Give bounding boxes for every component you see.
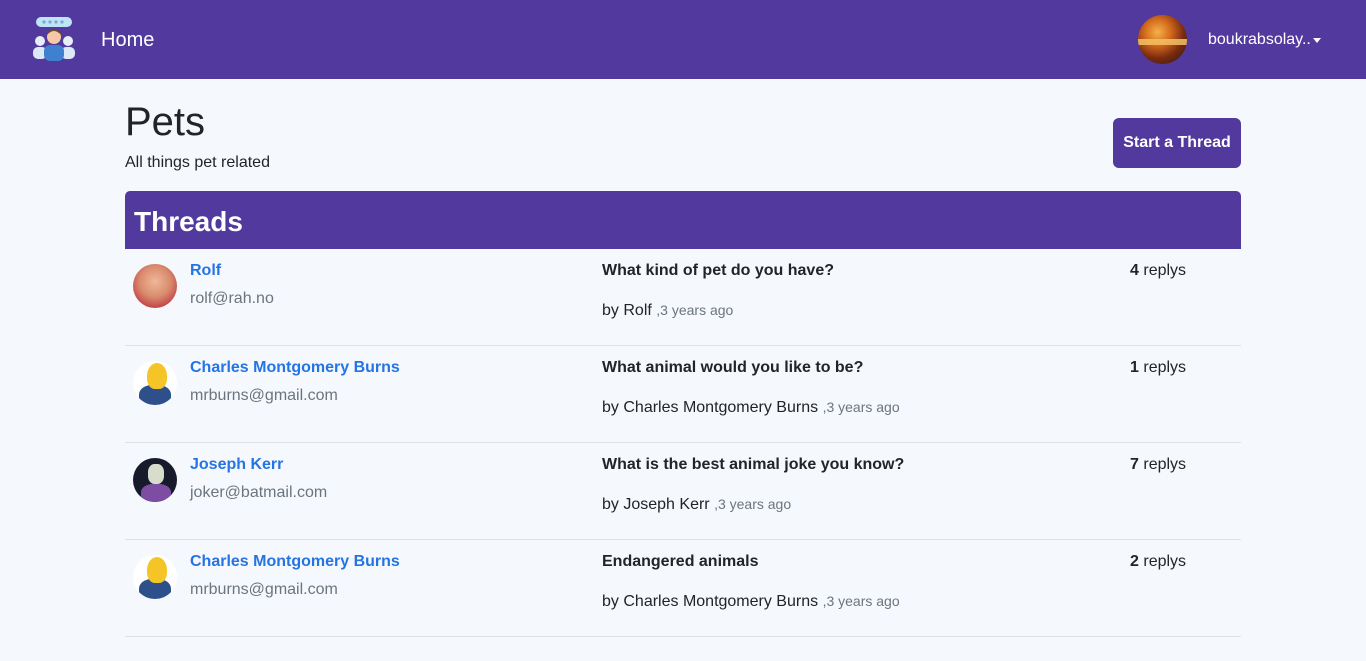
reply-count: 2 replys xyxy=(1130,553,1186,571)
thread-title-link[interactable]: Endangered animals xyxy=(602,553,759,571)
byline-author: Charles Montgomery Burns xyxy=(623,399,819,416)
author-name-link[interactable]: Rolf xyxy=(190,262,221,280)
user-avatar[interactable] xyxy=(1138,15,1187,64)
thread-row: Charles Montgomery Burns mrburns@gmail.c… xyxy=(125,346,1241,443)
author-email: mrburns@gmail.com xyxy=(190,581,338,598)
by-label: by xyxy=(602,399,619,416)
thread-row: Charles Montgomery Burns mrburns@gmail.c… xyxy=(125,540,1241,637)
threads-heading: Threads xyxy=(134,206,243,237)
author-email: joker@batmail.com xyxy=(190,484,328,501)
nav-home-link[interactable]: Home xyxy=(101,29,154,52)
reply-count-number: 4 xyxy=(1130,262,1139,279)
page-title: Pets xyxy=(125,100,206,144)
author-email: mrburns@gmail.com xyxy=(190,387,338,404)
reply-count-number: 7 xyxy=(1130,456,1139,473)
thread-time-ago: ,3 years ago xyxy=(714,496,792,512)
author-avatar xyxy=(133,361,177,405)
author-name-link[interactable]: Charles Montgomery Burns xyxy=(190,553,400,571)
thread-byline: by Joseph Kerr ,3 years ago xyxy=(602,496,791,514)
thread-byline: by Charles Montgomery Burns ,3 years ago xyxy=(602,593,900,611)
top-navbar: Home boukrabsolay.. xyxy=(0,0,1366,79)
thread-time-ago: ,3 years ago xyxy=(656,302,734,318)
by-label: by xyxy=(602,593,619,610)
thread-time-ago: ,3 years ago xyxy=(822,399,900,415)
by-label: by xyxy=(602,496,619,513)
reply-count-label: replys xyxy=(1143,456,1187,473)
reply-count-label: replys xyxy=(1143,359,1187,376)
author-email: rolf@rah.no xyxy=(190,290,274,307)
reply-count: 1 replys xyxy=(1130,359,1186,377)
thread-row: Rolf rolf@rah.no What kind of pet do you… xyxy=(125,249,1241,346)
thread-row: Joseph Kerr joker@batmail.com What is th… xyxy=(125,443,1241,540)
author-name-link[interactable]: Charles Montgomery Burns xyxy=(190,359,400,377)
reply-count-label: replys xyxy=(1143,262,1187,279)
author-name-link[interactable]: Joseph Kerr xyxy=(190,456,283,474)
reply-count-number: 2 xyxy=(1130,553,1139,570)
thread-title-link[interactable]: What is the best animal joke you know? xyxy=(602,456,904,474)
page-description: All things pet related xyxy=(125,154,270,171)
thread-title-link[interactable]: What animal would you like to be? xyxy=(602,359,863,377)
thread-time-ago: ,3 years ago xyxy=(822,593,900,609)
reply-count-number: 1 xyxy=(1130,359,1139,376)
threads-header: Threads xyxy=(125,191,1241,249)
start-thread-button[interactable]: Start a Thread xyxy=(1113,118,1241,168)
reply-count: 7 replys xyxy=(1130,456,1186,474)
byline-author: Joseph Kerr xyxy=(623,496,710,513)
chevron-down-icon[interactable] xyxy=(1313,38,1321,43)
reply-count: 4 replys xyxy=(1130,262,1186,280)
byline-author: Charles Montgomery Burns xyxy=(623,593,819,610)
user-menu-toggle[interactable]: boukrabsolay.. xyxy=(1208,31,1311,49)
author-avatar xyxy=(133,458,177,502)
thread-byline: by Rolf ,3 years ago xyxy=(602,302,733,320)
byline-author: Rolf xyxy=(623,302,652,319)
reply-count-label: replys xyxy=(1143,553,1187,570)
author-avatar xyxy=(133,555,177,599)
thread-byline: by Charles Montgomery Burns ,3 years ago xyxy=(602,399,900,417)
author-avatar xyxy=(133,264,177,308)
thread-title-link[interactable]: What kind of pet do you have? xyxy=(602,262,834,280)
community-logo-icon[interactable] xyxy=(30,15,78,63)
by-label: by xyxy=(602,302,619,319)
